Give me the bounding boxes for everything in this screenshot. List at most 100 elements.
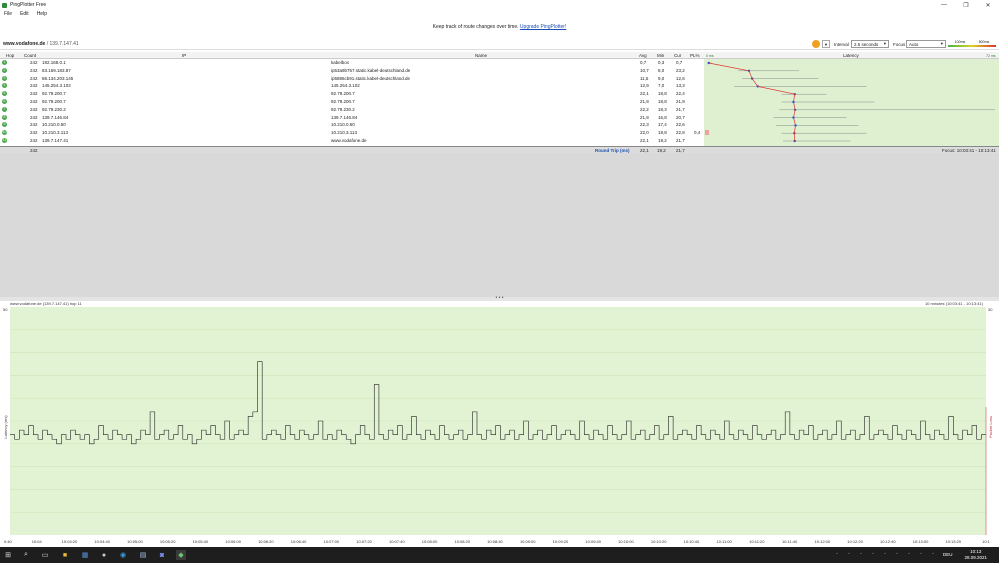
x-tick-label: 10:04:40 — [94, 539, 110, 544]
volume-icon[interactable]: ◦ — [920, 551, 926, 558]
tray-icon-2[interactable]: ◦ — [848, 551, 854, 558]
tray-icon-3[interactable]: ◦ — [860, 551, 866, 558]
tray-icon-4[interactable]: ◦ — [872, 551, 878, 558]
latency-scale-max: 72 ms — [986, 54, 996, 58]
hop-min: 19,2 — [658, 137, 667, 143]
browser-icon[interactable]: ● — [99, 550, 109, 560]
battery-icon[interactable]: ◦ — [932, 551, 938, 558]
table-row[interactable]: 2 242 83.169.183.87 ip53a9b757.static.kabel… — [0, 67, 999, 75]
menu-edit[interactable]: Edit — [16, 11, 33, 17]
pause-button[interactable] — [812, 40, 820, 48]
hop-status-icon: 10 — [2, 130, 7, 136]
hop-name: ip5886cb91.static.kabel-deutschland.de — [331, 75, 411, 81]
hop-name: 92.79.200.7 — [331, 98, 355, 104]
close-button[interactable]: ✕ — [977, 0, 999, 10]
x-tick-label: 10:08:40 — [487, 539, 503, 544]
hop-ip: 92.79.200.7 — [42, 91, 66, 97]
focus-select[interactable]: Auto ▾ — [906, 40, 946, 48]
x-tick-label: 10:10:20 — [651, 539, 667, 544]
maximize-button[interactable]: ❐ — [955, 0, 977, 10]
hop-avg: 0,7 — [640, 60, 647, 65]
hop-status-icon: 2 — [2, 67, 7, 73]
promo-text: Keep track of route changes over time. — [432, 24, 519, 30]
timeline-graph[interactable]: 0:40 10:04 10:04:20 10:04:40 10:05:00 10:05:2… — [0, 307, 999, 547]
network-icon[interactable]: ◦ — [908, 551, 914, 558]
hop-avg: 22,0 — [640, 130, 649, 136]
calculator-icon[interactable]: ▦ — [80, 550, 90, 560]
hop-count: 242 — [30, 122, 38, 128]
col-name[interactable]: Name — [475, 53, 487, 58]
hop-table-body: 1 242 192.168.0.1 kabelbox 0,7 0,3 0,7 2 242 83.1… — [0, 59, 999, 145]
hop-ip: 88.134.203.145 — [42, 75, 74, 81]
hop-cur: 20,7 — [676, 114, 685, 120]
table-row[interactable]: 4 242 145.254.3.102 145.254.3.102 12,9 7,0 13,… — [0, 82, 999, 90]
hop-name: 139.7.146.84 — [331, 114, 358, 120]
windows-start-icon[interactable]: ⊞ — [3, 550, 13, 560]
col-pl[interactable]: PL% — [690, 53, 700, 58]
x-tick-label: 10:13:00 — [913, 539, 929, 544]
col-cur[interactable]: Cur — [674, 53, 681, 58]
table-row[interactable]: 6 242 92.79.200.7 92.79.200.7 21,8 18,8 21,9 — [0, 98, 999, 106]
pause-dropdown[interactable]: ▼ — [822, 40, 830, 48]
col-ip[interactable]: IP — [182, 53, 186, 58]
packet-loss-marker — [705, 130, 709, 136]
tray-icon-1[interactable]: ◦ — [836, 551, 842, 558]
col-min[interactable]: Min — [657, 53, 664, 58]
x-tick-label: 10:11:00 — [716, 539, 732, 544]
minimize-button[interactable]: — — [933, 0, 955, 10]
focus-value: Auto — [909, 41, 919, 47]
x-tick-label: 10:07:20 — [356, 539, 372, 544]
table-row[interactable]: 7 242 92.79.230.2 92.79.230.2 22,2 18,3 21,7 — [0, 106, 999, 114]
col-avg[interactable]: Avg — [639, 53, 647, 58]
col-count[interactable]: Count — [24, 53, 36, 58]
menu-bar: File Edit Help — [0, 10, 999, 18]
hop-name: 10.210.0.50 — [331, 122, 355, 128]
latency-scale-min: 0 ms — [706, 54, 714, 58]
table-row[interactable]: 10 242 10.210.3.113 10.210.3.113 22,0 18,8 22,… — [0, 129, 999, 137]
promo-banner: Keep track of route changes over time. U… — [0, 24, 999, 32]
focus-label: Focus — [893, 42, 906, 47]
hop-status-icon: 4 — [2, 83, 7, 89]
hop-name: 92.79.230.2 — [331, 106, 355, 112]
notepad-icon[interactable]: ▤ — [138, 550, 148, 560]
chevron-down-icon: ▾ — [940, 41, 943, 46]
empty-workspace — [0, 153, 999, 298]
hop-ip: 139.7.147.41 — [42, 137, 69, 143]
hop-avg: 11,5 — [640, 75, 649, 81]
y-axis-label: Latency (ms) — [3, 415, 8, 439]
table-row[interactable]: 11 242 139.7.147.41 www.vodafone.de 22,1 19,2… — [0, 137, 999, 145]
hop-avg: 21,8 — [640, 98, 649, 104]
table-row[interactable]: 1 242 192.168.0.1 kabelbox 0,7 0,3 0,7 — [0, 59, 999, 67]
hop-min: 18,3 — [658, 106, 667, 112]
table-row[interactable]: 9 242 10.210.0.50 10.210.0.50 22,3 17,4 22,6 — [0, 121, 999, 129]
col-latency[interactable]: Latency — [843, 53, 859, 58]
upgrade-link[interactable]: Upgrade PingPlotter! — [520, 24, 566, 30]
tray-icon-5[interactable]: ◦ — [884, 551, 890, 558]
hop-name: kabelbox — [331, 60, 350, 65]
language-indicator[interactable]: DEU — [943, 552, 953, 557]
task-view-icon[interactable]: ▭ — [40, 550, 50, 560]
hop-avg: 22,1 — [640, 91, 649, 97]
app-icon-blue[interactable]: ◉ — [118, 550, 128, 560]
interval-select[interactable]: 2.5 seconds ▾ — [851, 40, 889, 48]
hop-min: 8,0 — [658, 67, 665, 73]
x-tick-label: 10:06:20 — [258, 539, 274, 544]
table-row[interactable]: 3 242 88.134.203.145 ip5886cb91.static.kabe… — [0, 75, 999, 83]
menu-help[interactable]: Help — [33, 11, 51, 17]
discord-icon[interactable]: ◙ — [157, 550, 167, 560]
folder-icon[interactable]: ■ — [60, 550, 70, 560]
table-row[interactable]: 8 242 139.7.146.84 139.7.146.84 21,8 16,8 20,7 — [0, 114, 999, 122]
y-max-label: 50 — [3, 307, 8, 312]
pingplotter-taskbar-icon[interactable]: ◆ — [176, 550, 186, 560]
table-row[interactable]: 5 242 92.79.200.7 92.79.200.7 22,1 18,8 22,4 — [0, 90, 999, 98]
clock[interactable]: 10:13 28.09.2021 — [964, 549, 987, 561]
tray-icon-6[interactable]: ◦ — [896, 551, 902, 558]
x-tick-label: 10:10:00 — [618, 539, 634, 544]
timeline-range: 10 minutes (10:03:41 - 10:13:41) — [924, 301, 983, 306]
col-hop[interactable]: Hop — [6, 53, 14, 58]
hop-cur: 21,7 — [676, 137, 685, 143]
hop-ip: 139.7.146.84 — [42, 114, 69, 120]
search-icon[interactable]: ⌕ — [21, 550, 31, 560]
menu-file[interactable]: File — [0, 11, 16, 17]
x-tick-label: 10:08:20 — [454, 539, 470, 544]
